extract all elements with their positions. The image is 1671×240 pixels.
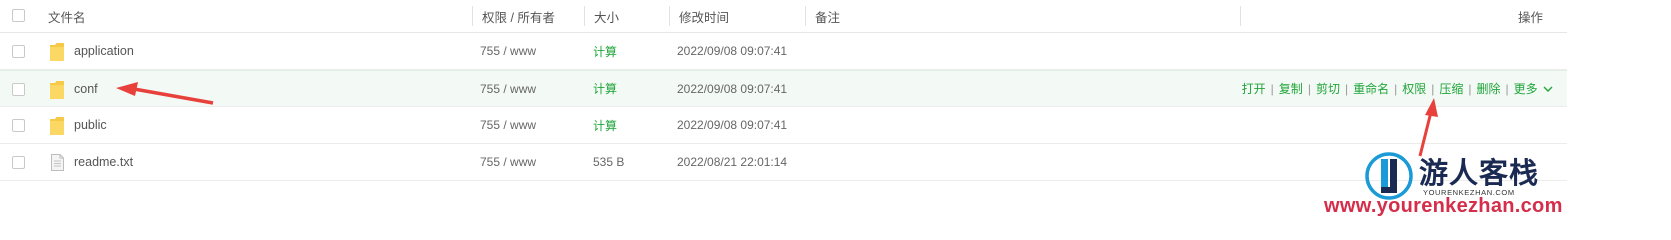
header-note[interactable]: 备注 <box>815 0 840 32</box>
file-name[interactable]: application <box>74 33 134 69</box>
column-divider[interactable] <box>1240 6 1241 26</box>
row-checkbox[interactable] <box>12 119 25 132</box>
row-checkbox[interactable] <box>12 45 25 58</box>
select-all-checkbox[interactable] <box>12 9 25 22</box>
modified-time: 2022/08/21 22:01:14 <box>677 155 788 169</box>
modified-time: 2022/09/08 09:07:41 <box>677 44 788 58</box>
action-separator: | <box>1431 81 1435 96</box>
action-separator: | <box>1307 81 1311 96</box>
size-calculate-link[interactable]: 计算 <box>593 71 617 106</box>
permission-owner[interactable]: 755 / www <box>480 33 536 69</box>
chevron-down-icon <box>1543 86 1553 92</box>
column-divider[interactable] <box>669 6 670 26</box>
header-size[interactable]: 大小 <box>594 0 619 32</box>
header-filename[interactable]: 文件名 <box>48 0 86 32</box>
modified-time: 2022/09/08 09:07:41 <box>677 118 788 132</box>
permission-owner[interactable]: 755 / www <box>480 144 536 180</box>
folder-icon <box>50 81 64 99</box>
modified-time: 2022/09/08 09:07:41 <box>677 81 788 96</box>
table-header: 文件名 权限 / 所有者 大小 修改时间 备注 操作 <box>0 0 1567 33</box>
table-row[interactable]: application 755 / www 计算 2022/09/08 09:0… <box>0 33 1567 70</box>
action-separator: | <box>1468 81 1472 96</box>
action-separator: | <box>1505 81 1509 96</box>
column-divider[interactable] <box>805 6 806 26</box>
permission-owner[interactable]: 755 / www <box>480 107 536 143</box>
column-divider[interactable] <box>472 6 473 26</box>
folder-icon <box>50 43 64 61</box>
file-size: 535 B <box>593 155 625 169</box>
rename-action[interactable]: 重命名 <box>1353 80 1389 97</box>
more-label: 更多 <box>1513 82 1538 96</box>
delete-action[interactable]: 删除 <box>1477 80 1501 97</box>
permission-action[interactable]: 权限 <box>1402 80 1426 97</box>
action-separator: | <box>1344 81 1349 96</box>
open-action[interactable]: 打开 <box>1242 80 1266 97</box>
column-divider[interactable] <box>584 6 585 26</box>
compress-action[interactable]: 压缩 <box>1439 80 1463 97</box>
header-modified-time[interactable]: 修改时间 <box>679 0 729 32</box>
site-logo-icon <box>1365 152 1413 200</box>
folder-icon <box>50 117 64 135</box>
cut-action[interactable]: 剪切 <box>1316 80 1340 97</box>
header-actions: 操作 <box>1517 10 1543 25</box>
file-name[interactable]: readme.txt <box>74 144 133 180</box>
table-row[interactable]: public 755 / www 计算 2022/09/08 09:07:41 <box>0 107 1567 144</box>
size-calculate-link[interactable]: 计算 <box>593 33 617 69</box>
copy-action[interactable]: 复制 <box>1279 80 1303 97</box>
watermark-url: www.yourenkezhan.com <box>1324 195 1563 217</box>
permission-owner[interactable]: 755 / www <box>480 71 536 106</box>
row-checkbox[interactable] <box>12 156 25 169</box>
action-separator: | <box>1270 81 1274 96</box>
row-actions: 打开 | 复制 | 剪切 | 重命名 | 权限 | 压缩 | 删除 | 更多 <box>1242 71 1553 106</box>
watermark: 游人客栈 YOURENKEZHAN.COM www.yourenkezhan.c… <box>1322 148 1667 235</box>
header-permission-owner[interactable]: 权限 / 所有者 <box>482 0 555 32</box>
text-file-icon <box>51 154 64 171</box>
table-row[interactable]: conf 755 / www 计算 2022/09/08 09:07:41 打开… <box>0 70 1567 107</box>
size-calculate-link[interactable]: 计算 <box>593 107 617 143</box>
file-name[interactable]: conf <box>74 71 98 106</box>
row-checkbox[interactable] <box>12 83 25 96</box>
file-name[interactable]: public <box>74 107 107 143</box>
more-action[interactable]: 更多 <box>1514 80 1553 97</box>
action-separator: | <box>1394 81 1398 96</box>
watermark-title: 游人客栈 <box>1419 156 1540 190</box>
